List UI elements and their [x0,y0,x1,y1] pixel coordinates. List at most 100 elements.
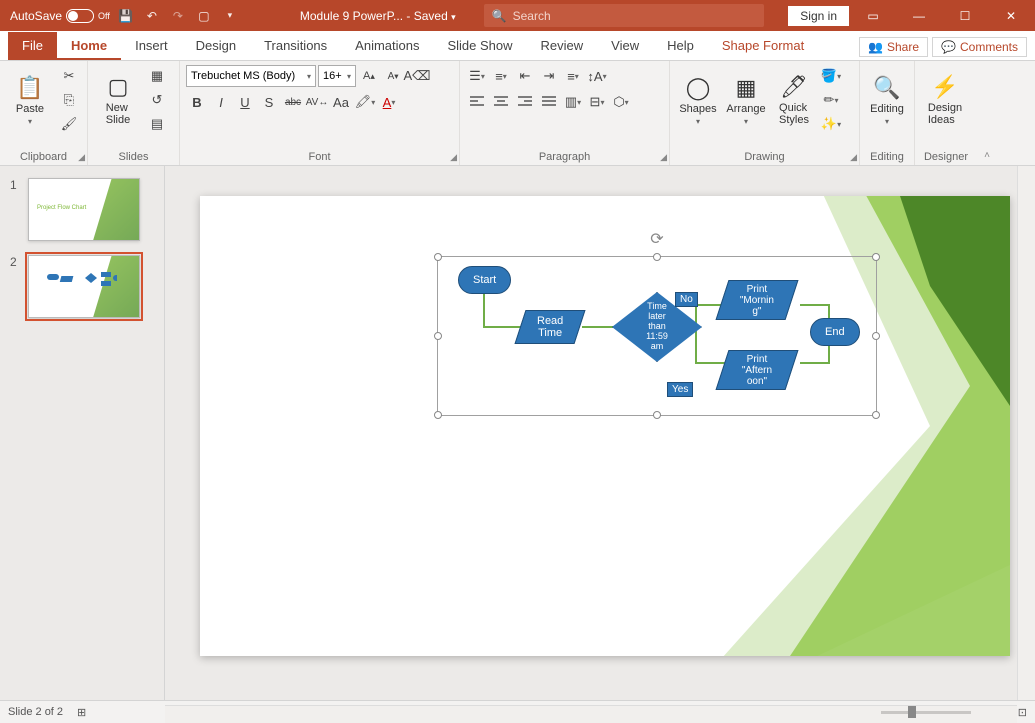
shape-afternoon[interactable]: Print "Aftern oon" [716,350,799,390]
align-left-button[interactable] [466,91,488,113]
resize-handle-sw[interactable] [434,411,442,419]
clipboard-launcher[interactable]: ◢ [78,152,85,163]
tab-animations[interactable]: Animations [341,32,433,60]
tab-design[interactable]: Design [182,32,250,60]
comments-button[interactable]: 💬Comments [932,37,1027,57]
file-tab[interactable]: File [8,32,57,60]
share-button[interactable]: 👥Share [859,37,928,57]
close-button[interactable]: ✕ [989,0,1033,31]
connector[interactable] [695,304,697,364]
change-case-button[interactable]: Aa [330,91,352,113]
arrange-button[interactable]: ▦Arrange▾ [724,65,768,135]
thumbnail-1[interactable]: 1 Project Flow Chart [0,174,164,251]
autosave-toggle[interactable]: AutoSave Off [10,9,110,23]
align-center-button[interactable] [490,91,512,113]
connector[interactable] [695,362,725,364]
zoom-slider[interactable] [881,711,971,714]
slide[interactable]: ⟳ Start Read Time Time l [200,196,1010,656]
section-button[interactable]: ▤ [146,113,168,135]
new-slide-button[interactable]: ▢ New Slide [94,65,142,135]
connector[interactable] [800,362,830,364]
bullets-button[interactable]: ☰▾ [466,65,488,87]
ribbon-display-icon[interactable]: ▭ [851,0,895,31]
cut-button[interactable]: ✂ [58,65,80,87]
resize-handle-se[interactable] [872,411,880,419]
connector[interactable] [483,288,485,328]
tab-slideshow[interactable]: Slide Show [433,32,526,60]
connector[interactable] [800,304,830,306]
text-direction-button[interactable]: ↕A▾ [586,65,608,87]
fit-to-window-button[interactable]: ⊡ [1018,706,1027,719]
tab-view[interactable]: View [597,32,653,60]
clear-format-button[interactable]: A⌫ [406,65,428,87]
shape-end[interactable]: End [810,318,860,346]
justify-button[interactable] [538,91,560,113]
resize-handle-w[interactable] [434,332,442,340]
paste-button[interactable]: 📋 Paste ▾ [6,65,54,135]
thumbnail-panel[interactable]: 1 Project Flow Chart 2 [0,166,165,700]
redo-icon[interactable]: ↷ [168,6,188,26]
font-name-combo[interactable]: Trebuchet MS (Body)▾ [186,65,316,87]
char-spacing-button[interactable]: AV↔ [306,91,328,113]
drawing-launcher[interactable]: ◢ [850,152,857,163]
signin-button[interactable]: Sign in [788,6,849,26]
tab-home[interactable]: Home [57,32,121,60]
shapes-button[interactable]: ◯Shapes▾ [676,65,720,135]
font-color-button[interactable]: A▾ [378,91,400,113]
resize-handle-s[interactable] [653,411,661,419]
reset-button[interactable]: ↺ [146,89,168,111]
smartart-button[interactable]: ⬡▾ [610,91,632,113]
font-size-combo[interactable]: 16+▾ [318,65,356,87]
search-box[interactable]: 🔍 [484,4,764,27]
bold-button[interactable]: B [186,91,208,113]
tab-help[interactable]: Help [653,32,708,60]
text-shadow-button[interactable]: S [258,91,280,113]
columns-button[interactable]: ▥▾ [562,91,584,113]
shrink-font-button[interactable]: A▾ [382,65,404,87]
resize-handle-e[interactable] [872,332,880,340]
align-right-button[interactable] [514,91,536,113]
paragraph-launcher[interactable]: ◢ [660,152,667,163]
format-painter-button[interactable]: 🖌 [58,113,80,135]
save-icon[interactable]: 💾 [116,6,136,26]
minimize-button[interactable]: — [897,0,941,31]
vertical-scrollbar[interactable] [1017,166,1035,700]
italic-button[interactable]: I [210,91,232,113]
increase-indent-button[interactable]: ⇥ [538,65,560,87]
tab-insert[interactable]: Insert [121,32,182,60]
shape-outline-button[interactable]: ✏▾ [820,89,842,111]
thumbnail-2[interactable]: 2 [0,251,164,328]
qat-customize-icon[interactable]: ▾ [220,6,240,26]
design-ideas-button[interactable]: ⚡Design Ideas [921,65,969,135]
accessibility-icon[interactable]: ⊞ [77,706,86,719]
numbering-button[interactable]: ≡▾ [490,65,512,87]
slide-canvas[interactable]: ⟳ Start Read Time Time l [165,166,1035,700]
font-launcher[interactable]: ◢ [450,152,457,163]
tab-shape-format[interactable]: Shape Format [708,32,818,60]
editing-button[interactable]: 🔍Editing▾ [866,65,908,135]
layout-button[interactable]: ▦ [146,65,168,87]
resize-handle-n[interactable] [653,253,661,261]
horizontal-scrollbar[interactable] [165,705,1017,723]
start-from-beginning-icon[interactable]: ▢ [194,6,214,26]
underline-button[interactable]: U [234,91,256,113]
rotate-handle[interactable]: ⟳ [650,229,663,249]
shape-no-label[interactable]: No [675,292,698,307]
shape-effects-button[interactable]: ✨▾ [820,113,842,135]
resize-handle-ne[interactable] [872,253,880,261]
shape-fill-button[interactable]: 🪣▾ [820,65,842,87]
line-spacing-button[interactable]: ≡▾ [562,65,584,87]
maximize-button[interactable]: ☐ [943,0,987,31]
collapse-ribbon-button[interactable]: ˄ [977,61,997,165]
tab-transitions[interactable]: Transitions [250,32,341,60]
shape-read-time[interactable]: Read Time [514,310,585,344]
tab-review[interactable]: Review [527,32,598,60]
quick-styles-button[interactable]: 🖊Quick Styles [772,65,816,135]
shape-yes-label[interactable]: Yes [667,382,693,397]
strikethrough-button[interactable]: abc [282,91,304,113]
undo-icon[interactable]: ↶ [142,6,162,26]
shape-morning[interactable]: Print "Mornin g" [716,280,799,320]
grow-font-button[interactable]: A▴ [358,65,380,87]
copy-button[interactable]: ⎘ [58,89,80,111]
search-input[interactable] [513,9,756,23]
